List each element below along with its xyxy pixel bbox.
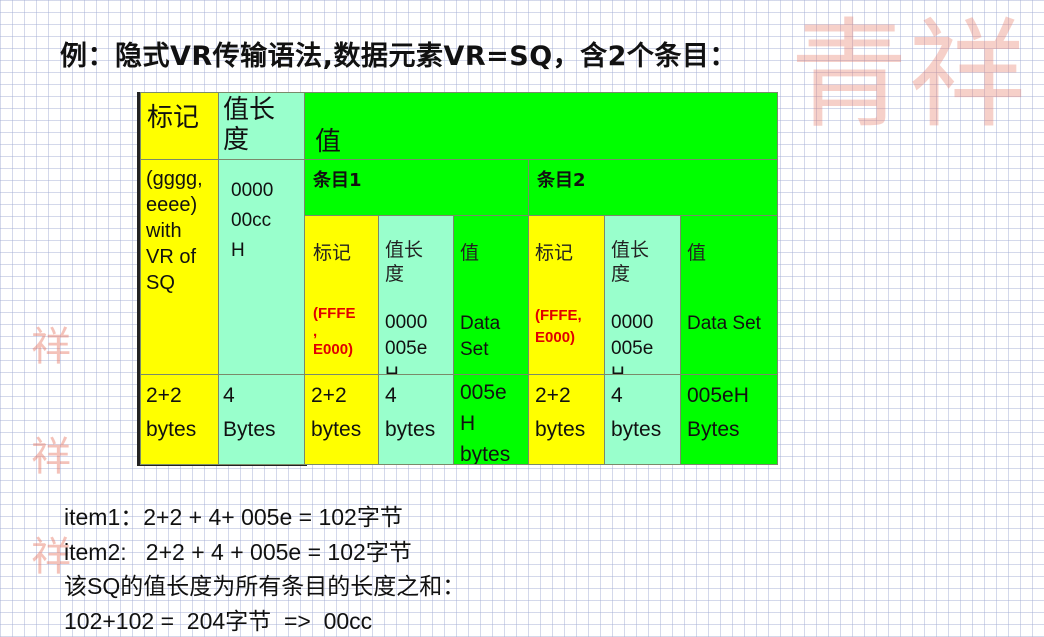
decorative-seal-large: 青祥: [790, 6, 1027, 144]
size-tag-cell: 2+2 bytes: [140, 374, 219, 465]
item1-value-cell: 值 Data Set: [453, 215, 529, 375]
item1-length-value: 0000 005e H: [385, 312, 428, 375]
size-item1-length-cell: 4 bytes: [378, 374, 454, 465]
item2-value-value: Data Set: [687, 313, 761, 334]
note-item2: item2: 2+2 + 4 + 005e = 102字节: [64, 539, 412, 565]
header-value-cell: 值: [304, 92, 778, 160]
item1-value-value: Data Set: [460, 313, 501, 360]
size-item1-tag-cell: 2+2 bytes: [304, 374, 379, 465]
item1-length-cell: 值长 度 0000 005e H: [378, 215, 454, 375]
header-length-cell: 值长 度: [218, 92, 305, 160]
size-item2-length-cell: 4 bytes: [604, 374, 681, 465]
item2-tag-label: 标记: [535, 242, 574, 264]
item2-length-label: 值长 度: [611, 239, 650, 285]
note-sum-result: 102+102 = 204字节 => 00cc: [64, 608, 373, 634]
slide-title: 例：隐式VR传输语法,数据元素VR=SQ，含2个条目：: [60, 41, 737, 72]
size-item2-value-cell: 005eH Bytes: [680, 374, 778, 465]
item2-tag-cell: 标记 (FFFE, E000): [528, 215, 605, 375]
sequence-tag-cell: (gggg, eeee) with VR of SQ: [140, 159, 219, 375]
size-item1-value-cell: 005e H bytes: [453, 374, 529, 465]
item2-length-cell: 值长 度 0000 005e H: [604, 215, 681, 375]
item1-tag-label: 标记: [313, 242, 352, 264]
item2-value-cell: 值 Data Set: [680, 215, 778, 375]
item1-label-cell: 条目1: [304, 159, 529, 216]
size-length-cell: 4 Bytes: [218, 374, 305, 465]
item2-value-label: 值: [687, 242, 707, 264]
item1-value-label: 值: [460, 242, 480, 264]
item1-tag-cell: 标记 (FFFE , E000): [304, 215, 379, 375]
decorative-seal-small-2: 祥: [31, 434, 71, 480]
header-tag-cell: 标记: [140, 92, 219, 160]
size-item2-tag-cell: 2+2 bytes: [528, 374, 605, 465]
item1-tag-value: (FFFE , E000): [313, 305, 356, 358]
decorative-seal-small-1: 祥: [31, 324, 71, 370]
sequence-length-cell: 0000 00cc H: [218, 159, 305, 375]
item2-tag-value: (FFFE, E000): [535, 307, 582, 346]
note-sum-explanation: 该SQ的值长度为所有条目的长度之和：: [64, 573, 466, 599]
item1-length-label: 值长 度: [385, 239, 424, 285]
note-item1: item1：2+2 + 4+ 005e = 102字节: [64, 504, 403, 530]
item2-length-value: 0000 005e H: [611, 312, 654, 375]
item2-label-cell: 条目2: [528, 159, 778, 216]
